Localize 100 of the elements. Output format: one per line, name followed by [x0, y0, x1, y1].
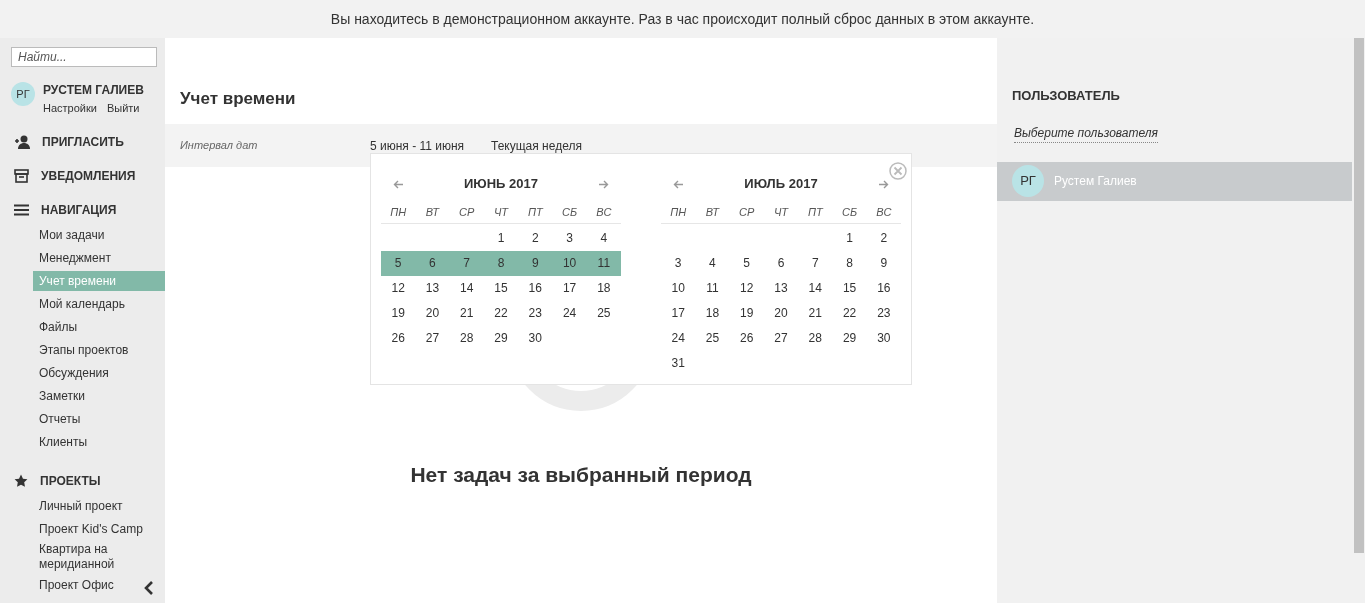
calendar-day[interactable]: 8: [832, 251, 867, 276]
nav-link[interactable]: Обсуждения: [33, 363, 165, 383]
calendar-day[interactable]: 10: [661, 276, 696, 301]
nav-link[interactable]: Мои задачи: [33, 225, 165, 245]
nav-link[interactable]: Файлы: [33, 317, 165, 337]
calendar-day[interactable]: 20: [415, 301, 450, 326]
nav-link[interactable]: Мой календарь: [33, 294, 165, 314]
calendar-day[interactable]: 29: [832, 326, 867, 351]
calendar-day[interactable]: 21: [449, 301, 484, 326]
calendar-day[interactable]: 24: [661, 326, 696, 351]
close-icon[interactable]: [889, 161, 907, 180]
calendar-day[interactable]: 30: [866, 326, 901, 351]
calendar-day[interactable]: 19: [729, 301, 764, 326]
nav-link[interactable]: Менеджмент: [33, 248, 165, 268]
calendar-day[interactable]: 25: [586, 301, 621, 326]
weekday-label: ВС: [595, 205, 613, 220]
weekday-label: ЧТ: [492, 205, 510, 220]
calendar-day[interactable]: 21: [798, 301, 833, 326]
weekday-label: СР: [738, 205, 756, 220]
calendar-day[interactable]: 28: [798, 326, 833, 351]
calendar-day[interactable]: 22: [832, 301, 867, 326]
calendar-day[interactable]: 18: [695, 301, 730, 326]
weekday-label: ПН: [669, 205, 688, 220]
calendar-day[interactable]: 30: [518, 326, 553, 351]
calendar-day[interactable]: 28: [449, 326, 484, 351]
calendar-day[interactable]: 10: [552, 251, 587, 276]
calendar-day[interactable]: 13: [763, 276, 799, 301]
calendar-day[interactable]: 16: [866, 276, 901, 301]
weekday-label: ЧТ: [772, 205, 790, 220]
calendar-day[interactable]: 8: [483, 251, 519, 276]
scrollbar[interactable]: [1352, 38, 1365, 603]
nav-link[interactable]: Этапы проектов: [33, 340, 165, 360]
calendar-day[interactable]: 5: [729, 251, 764, 276]
calendar-day[interactable]: 14: [798, 276, 833, 301]
calendar-day[interactable]: 1: [483, 226, 519, 251]
calendar-day[interactable]: 23: [518, 301, 553, 326]
nav-link[interactable]: Заметки: [33, 386, 165, 406]
current-week-link[interactable]: Текущая неделя: [491, 137, 582, 155]
section-title[interactable]: ПРОЕКТЫ: [40, 472, 101, 490]
month-title: ИЮЛЬ 2017: [744, 175, 818, 194]
calendar-day[interactable]: 12: [381, 276, 416, 301]
weekday-label: ВТ: [424, 205, 441, 220]
calendar-day[interactable]: 27: [763, 326, 799, 351]
calendar-day[interactable]: 5: [381, 251, 416, 276]
search-field[interactable]: Найти...: [11, 47, 157, 67]
calendar-day[interactable]: 9: [866, 251, 901, 276]
nav-link[interactable]: Личный проект: [33, 496, 165, 516]
calendar-day[interactable]: 3: [661, 251, 696, 276]
calendar-day[interactable]: 2: [866, 226, 901, 251]
archive-box-icon: [14, 169, 29, 183]
nav-link[interactable]: Клиенты: [33, 432, 165, 452]
section-title[interactable]: УВЕДОМЛЕНИЯ: [41, 167, 136, 185]
calendar-day[interactable]: 25: [695, 326, 730, 351]
calendar-day[interactable]: 3: [552, 226, 587, 251]
calendar-day[interactable]: 1: [832, 226, 867, 251]
calendar-day[interactable]: 7: [798, 251, 833, 276]
section-title[interactable]: ПРИГЛАСИТЬ: [42, 133, 124, 151]
weekday-label: ВС: [875, 205, 893, 220]
calendar-day[interactable]: 6: [415, 251, 450, 276]
nav-link[interactable]: Отчеты: [33, 409, 165, 429]
calendar-day[interactable]: 31: [661, 351, 696, 376]
calendar-day[interactable]: 13: [415, 276, 450, 301]
calendar-day[interactable]: 17: [661, 301, 696, 326]
calendar-day[interactable]: 18: [586, 276, 621, 301]
calendar-day[interactable]: 14: [449, 276, 484, 301]
calendar-day[interactable]: 4: [695, 251, 730, 276]
nav-link[interactable]: Проект Kid's Camp: [33, 519, 165, 539]
calendar-day[interactable]: 15: [483, 276, 519, 301]
calendar-day[interactable]: 29: [483, 326, 519, 351]
collapse-chevron-icon[interactable]: [144, 578, 154, 596]
calendar-day[interactable]: 4: [586, 226, 621, 251]
calendar-day[interactable]: 22: [483, 301, 519, 326]
star-icon: [14, 474, 28, 488]
calendar-day[interactable]: 26: [381, 326, 416, 351]
user-link[interactable]: Выйти: [106, 102, 140, 114]
user-link[interactable]: Настройки: [43, 102, 97, 114]
select-user-link[interactable]: Выберите пользователя: [1014, 123, 1158, 143]
calendar-day[interactable]: 2: [518, 226, 553, 251]
calendar-day[interactable]: 16: [518, 276, 553, 301]
calendar-day[interactable]: 15: [832, 276, 867, 301]
calendar-day[interactable]: 7: [449, 251, 484, 276]
calendar-day[interactable]: 11: [586, 251, 621, 276]
calendar-day[interactable]: 20: [763, 301, 799, 326]
nav-link[interactable]: Проект Офис: [33, 575, 165, 595]
calendar-day[interactable]: 26: [729, 326, 764, 351]
calendar-day[interactable]: 17: [552, 276, 587, 301]
calendar-day[interactable]: 19: [381, 301, 416, 326]
nav-link[interactable]: Квартира на меридианной: [33, 542, 133, 572]
calendar-day[interactable]: 24: [552, 301, 587, 326]
weekday-label: ПН: [389, 205, 408, 220]
calendar-day[interactable]: 11: [695, 276, 730, 301]
calendar-day[interactable]: 27: [415, 326, 450, 351]
scrollbar-thumb[interactable]: [1354, 38, 1364, 553]
weekday-label: ПТ: [526, 205, 545, 220]
calendar-day[interactable]: 9: [518, 251, 553, 276]
calendar-day[interactable]: 12: [729, 276, 764, 301]
calendar-day[interactable]: 23: [866, 301, 901, 326]
weekday-label: ПТ: [806, 205, 825, 220]
calendar-day[interactable]: 6: [763, 251, 799, 276]
section-title[interactable]: НАВИГАЦИЯ: [41, 201, 117, 219]
